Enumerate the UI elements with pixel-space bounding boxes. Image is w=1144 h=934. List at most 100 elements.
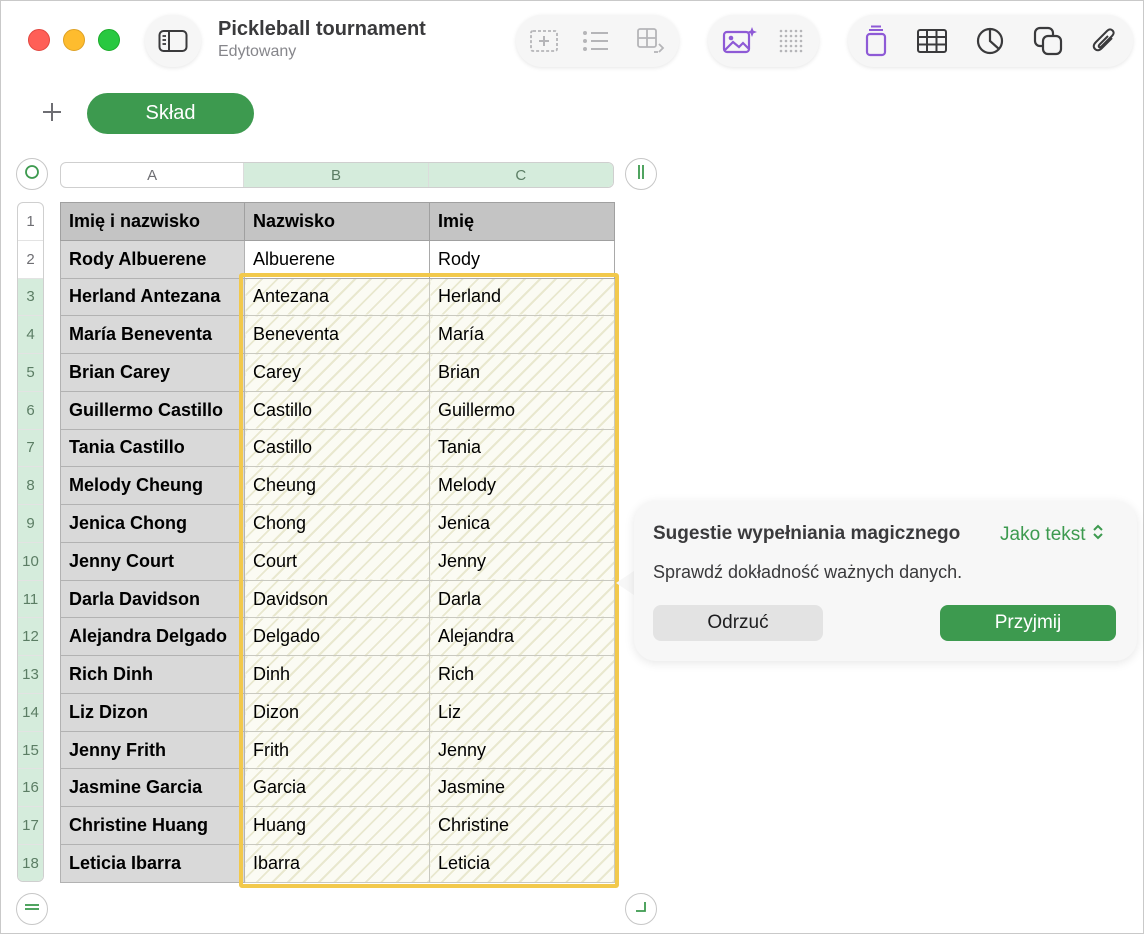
- copy-button[interactable]: [1026, 15, 1070, 67]
- cell-full-name[interactable]: Jasmine Garcia: [60, 768, 245, 808]
- cell-first-name[interactable]: Brian: [429, 353, 615, 392]
- row-header-9[interactable]: 9: [18, 505, 43, 543]
- cell-full-name[interactable]: Guillermo Castillo: [60, 390, 245, 430]
- cell-last-name[interactable]: Davidson: [244, 579, 430, 619]
- row-header-8[interactable]: 8: [18, 467, 43, 506]
- cell-first-name[interactable]: Jenny: [429, 541, 615, 581]
- shape-button[interactable]: [854, 15, 898, 67]
- column-header-a[interactable]: A: [61, 163, 245, 187]
- cell-last-name[interactable]: Chong: [244, 504, 430, 543]
- cell-full-name[interactable]: Alejandra Delgado: [60, 617, 245, 657]
- cell-first-name[interactable]: Jenica: [429, 504, 615, 543]
- cell-last-name[interactable]: Castillo: [244, 428, 430, 468]
- row-header-3[interactable]: 3: [18, 278, 43, 317]
- table-resize-handle[interactable]: [625, 893, 657, 925]
- row-header-11[interactable]: 11: [18, 580, 43, 619]
- cell-full-name[interactable]: Rody Albuerene: [60, 239, 245, 279]
- row-header-5[interactable]: 5: [18, 354, 43, 392]
- cell-full-name[interactable]: Herland Antezana: [60, 277, 245, 317]
- magic-image-button[interactable]: [718, 15, 762, 67]
- add-column-handle[interactable]: [625, 158, 657, 190]
- cell-last-name[interactable]: Cheung: [244, 466, 430, 506]
- fill-mode-select[interactable]: Jako tekst: [1000, 523, 1104, 547]
- cell-first-name[interactable]: Alejandra: [429, 617, 615, 657]
- reject-button[interactable]: Odrzuć: [653, 605, 823, 641]
- cell-first-name[interactable]: Rody: [429, 239, 615, 279]
- cell-last-name[interactable]: Castillo: [244, 390, 430, 430]
- column-header-b[interactable]: B: [244, 163, 429, 187]
- row-header-6[interactable]: 6: [18, 391, 43, 430]
- row-header-14[interactable]: 14: [18, 693, 43, 732]
- table-layout-button[interactable]: [629, 15, 673, 67]
- header-cell-last-name[interactable]: Nazwisko: [244, 202, 430, 241]
- cell-last-name[interactable]: Albuerene: [244, 239, 430, 279]
- cell-full-name[interactable]: Melody Cheung: [60, 466, 245, 506]
- cell-full-name[interactable]: María Beneventa: [60, 315, 245, 355]
- row-header-1[interactable]: 1: [18, 203, 43, 241]
- cell-last-name[interactable]: Ibarra: [244, 844, 430, 883]
- row-header-13[interactable]: 13: [18, 656, 43, 694]
- row-header-15[interactable]: 15: [18, 731, 43, 770]
- cell-last-name[interactable]: Dizon: [244, 692, 430, 732]
- row-header-12[interactable]: 12: [18, 618, 43, 657]
- table-select-handle[interactable]: [16, 158, 48, 190]
- document-title[interactable]: Pickleball tournament: [218, 18, 426, 41]
- cell-last-name[interactable]: Dinh: [244, 655, 430, 694]
- minimize-window-button[interactable]: [63, 29, 85, 51]
- row-header-18[interactable]: 18: [18, 845, 43, 881]
- cell-full-name[interactable]: Christine Huang: [60, 806, 245, 846]
- add-row-handle[interactable]: [16, 893, 48, 925]
- cell-full-name[interactable]: Jenny Frith: [60, 730, 245, 770]
- cell-first-name[interactable]: Leticia: [429, 844, 615, 883]
- cell-full-name[interactable]: Tania Castillo: [60, 428, 245, 468]
- sidebar-toggle-button[interactable]: [145, 15, 201, 67]
- row-header-16[interactable]: 16: [18, 769, 43, 808]
- row-header-2[interactable]: 2: [18, 241, 43, 279]
- cell-first-name[interactable]: Jenny: [429, 730, 615, 770]
- list-button[interactable]: [574, 15, 618, 67]
- row-header-17[interactable]: 17: [18, 807, 43, 846]
- text-box-button[interactable]: [522, 15, 566, 67]
- row-header-10[interactable]: 10: [18, 542, 43, 581]
- chart-button[interactable]: [968, 15, 1012, 67]
- cell-last-name[interactable]: Beneventa: [244, 315, 430, 355]
- cell-full-name[interactable]: Jenica Chong: [60, 504, 245, 543]
- cell-first-name[interactable]: Jasmine: [429, 768, 615, 808]
- row-header-7[interactable]: 7: [18, 429, 43, 468]
- row-header-4[interactable]: 4: [18, 316, 43, 355]
- cell-last-name[interactable]: Garcia: [244, 768, 430, 808]
- add-sheet-button[interactable]: [39, 99, 65, 125]
- header-cell-full-name[interactable]: Imię i nazwisko: [60, 202, 245, 241]
- table-button[interactable]: [910, 15, 954, 67]
- sheet-tab-sklad[interactable]: Skład: [87, 93, 254, 134]
- cell-first-name[interactable]: Herland: [429, 277, 615, 317]
- grid-dots-button[interactable]: [769, 15, 813, 67]
- cell-first-name[interactable]: Darla: [429, 579, 615, 619]
- cell-first-name[interactable]: Rich: [429, 655, 615, 694]
- cell-full-name[interactable]: Brian Carey: [60, 353, 245, 392]
- cell-full-name[interactable]: Liz Dizon: [60, 692, 245, 732]
- cell-first-name[interactable]: María: [429, 315, 615, 355]
- cell-last-name[interactable]: Court: [244, 541, 430, 581]
- cell-last-name[interactable]: Delgado: [244, 617, 430, 657]
- cell-full-name[interactable]: Darla Davidson: [60, 579, 245, 619]
- cell-last-name[interactable]: Frith: [244, 730, 430, 770]
- plus-icon: [39, 103, 65, 129]
- cell-first-name[interactable]: Christine: [429, 806, 615, 846]
- attachment-button[interactable]: [1082, 15, 1126, 67]
- close-window-button[interactable]: [28, 29, 50, 51]
- cell-first-name[interactable]: Liz: [429, 692, 615, 732]
- cell-last-name[interactable]: Antezana: [244, 277, 430, 317]
- cell-full-name[interactable]: Leticia Ibarra: [60, 844, 245, 883]
- cell-first-name[interactable]: Guillermo: [429, 390, 615, 430]
- cell-full-name[interactable]: Jenny Court: [60, 541, 245, 581]
- cell-last-name[interactable]: Huang: [244, 806, 430, 846]
- cell-last-name[interactable]: Carey: [244, 353, 430, 392]
- zoom-window-button[interactable]: [98, 29, 120, 51]
- cell-first-name[interactable]: Tania: [429, 428, 615, 468]
- header-cell-first-name[interactable]: Imię: [429, 202, 615, 241]
- cell-full-name[interactable]: Rich Dinh: [60, 655, 245, 694]
- cell-first-name[interactable]: Melody: [429, 466, 615, 506]
- accept-button[interactable]: Przyjmij: [940, 605, 1116, 641]
- column-header-c[interactable]: C: [428, 163, 613, 187]
